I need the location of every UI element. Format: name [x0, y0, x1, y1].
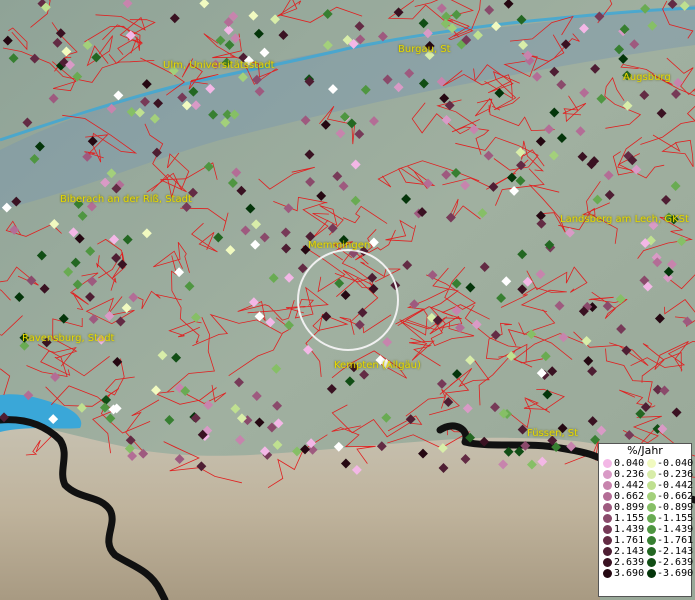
legend-swatch [647, 459, 656, 468]
legend-swatch [647, 558, 656, 567]
city-label: Ulm, Universitätsstadt [163, 60, 275, 71]
legend-value: -0.899 [657, 502, 694, 513]
legend-value: -0.662 [657, 491, 694, 502]
legend-swatch [603, 525, 612, 534]
map-canvas[interactable] [0, 0, 695, 600]
legend-row: 2.143 -2.143 [599, 546, 694, 557]
legend: %/Jahr 0.040 -0.040 0.236 -0.236 0.442 -0.442… [598, 443, 694, 597]
legend-row: 3.690 -3.690 [599, 568, 694, 579]
legend-swatch [603, 514, 612, 523]
legend-row: 0.442 -0.442 [599, 480, 694, 491]
legend-swatch [603, 503, 612, 512]
city-label: Memmingen [308, 240, 371, 251]
legend-title: %/Jahr [627, 444, 663, 457]
legend-swatch [647, 481, 656, 490]
legend-value: -0.040 [657, 458, 694, 469]
legend-row: 0.899 -0.899 [599, 502, 694, 513]
legend-value: -1.439 [657, 524, 694, 535]
legend-value: 0.040 [614, 458, 645, 469]
legend-row: 1.155 -1.155 [599, 513, 694, 524]
legend-value: 0.236 [614, 469, 645, 480]
legend-row: 1.439 -1.439 [599, 524, 694, 535]
legend-swatch [603, 569, 612, 578]
legend-row: 2.639 -2.639 [599, 557, 694, 568]
legend-swatch [647, 470, 656, 479]
legend-row: 0.040 -0.040 [599, 458, 694, 469]
legend-swatch [647, 492, 656, 501]
legend-swatch [603, 547, 612, 556]
city-label: Füssen, St [527, 428, 579, 439]
legend-rows: 0.040 -0.040 0.236 -0.236 0.442 -0.442 0.662 -0… [599, 458, 694, 579]
legend-swatch [647, 536, 656, 545]
legend-value: -2.143 [657, 546, 694, 557]
legend-value: 2.639 [614, 557, 645, 568]
legend-value: 0.442 [614, 480, 645, 491]
legend-row: 0.236 -0.236 [599, 469, 694, 480]
legend-value: -1.155 [657, 513, 694, 524]
legend-value: -2.639 [657, 557, 694, 568]
legend-value: 1.439 [614, 524, 645, 535]
city-label: Kempten (Allgäu) [334, 360, 421, 371]
legend-value: -3.690 [657, 568, 694, 579]
legend-value: 1.761 [614, 535, 645, 546]
legend-value: 0.662 [614, 491, 645, 502]
legend-swatch [603, 536, 612, 545]
legend-row: 0.662 -0.662 [599, 491, 694, 502]
legend-swatch [647, 503, 656, 512]
legend-swatch [603, 558, 612, 567]
city-label: Ravensburg, Stadt [22, 333, 115, 344]
legend-swatch [603, 492, 612, 501]
legend-swatch [647, 547, 656, 556]
legend-value: 1.155 [614, 513, 645, 524]
legend-value: 3.690 [614, 568, 645, 579]
legend-swatch [603, 470, 612, 479]
legend-row: 1.761 -1.761 [599, 535, 694, 546]
legend-value: -0.442 [657, 480, 694, 491]
legend-swatch [647, 569, 656, 578]
city-label: Burgau, St [398, 44, 451, 55]
legend-value: 2.143 [614, 546, 645, 557]
legend-swatch [603, 481, 612, 490]
legend-swatch [603, 459, 612, 468]
legend-value: 0.899 [614, 502, 645, 513]
legend-value: -1.761 [657, 535, 694, 546]
city-label: Augsburg [623, 72, 671, 83]
city-label: Biberach an der Riß, Stadt [60, 194, 192, 205]
legend-swatch [647, 525, 656, 534]
city-label: Landsberg am Lech, GKSt [560, 214, 689, 225]
legend-value: -0.236 [657, 469, 694, 480]
legend-swatch [647, 514, 656, 523]
